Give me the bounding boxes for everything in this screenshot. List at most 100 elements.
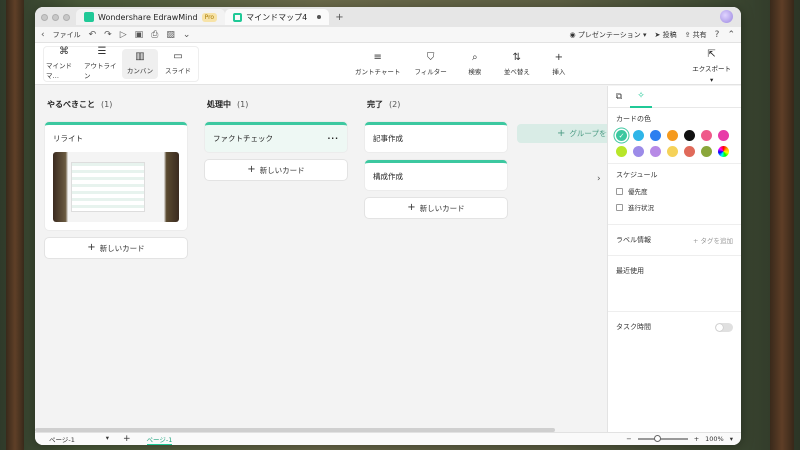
tab-home[interactable]: Wondershare EdrawMind Pro bbox=[76, 9, 226, 25]
chevron-down-icon: ▾ bbox=[709, 76, 714, 84]
menu-bar: ‹ ファイル ↶ ↷ ▷ ▣ ⎙ ▨ ⌄ ◉ プレゼンテーション ▾ ➤ 投稿 … bbox=[35, 27, 741, 43]
new-tab-button[interactable]: + bbox=[335, 12, 343, 23]
minimize-window-button[interactable] bbox=[52, 13, 59, 21]
file-menu[interactable]: ファイル bbox=[53, 30, 81, 40]
back-icon[interactable]: ‹ bbox=[41, 30, 45, 40]
card-fact-check[interactable]: ファクトチェック ··· bbox=[205, 122, 347, 152]
save-icon[interactable]: ▣ bbox=[135, 30, 144, 40]
post-button[interactable]: ➤ 投稿 bbox=[654, 30, 676, 40]
color-swatch[interactable] bbox=[718, 130, 729, 141]
panel-tabs: ⧉ ✧ bbox=[608, 86, 741, 108]
view-slide-button[interactable]: ▭ スライド bbox=[160, 49, 196, 79]
tab-home-label: Wondershare EdrawMind bbox=[98, 12, 198, 22]
zoom-in-button[interactable]: + bbox=[694, 435, 699, 443]
color-swatch[interactable] bbox=[650, 146, 661, 157]
undo-icon[interactable]: ↶ bbox=[89, 30, 97, 40]
color-swatch[interactable] bbox=[667, 130, 678, 141]
export-icon: ⇱ bbox=[707, 49, 716, 60]
tab-document-label: マインドマップ4 bbox=[246, 12, 308, 22]
tab-card-properties[interactable]: ⧉ bbox=[608, 86, 630, 108]
slide-icon: ▭ bbox=[173, 51, 183, 62]
toolbar: ⌘ マインドマ… ☰ アウトライン ▥ カンバン ▭ スライド ≡ ガントチャー… bbox=[35, 43, 741, 85]
column-done: 完了 (2) 記事作成 構成作成 + 新しいカード bbox=[365, 86, 507, 218]
color-swatch[interactable] bbox=[616, 146, 627, 157]
column-header: やるべきこと (1) bbox=[47, 99, 113, 109]
outline-icon: ☰ bbox=[97, 46, 107, 57]
maximize-window-button[interactable] bbox=[63, 13, 70, 21]
plus-icon: + bbox=[554, 51, 563, 63]
insert-button[interactable]: + 挿入 bbox=[545, 51, 573, 76]
presentation-menu[interactable]: ◉ プレゼンテーション ▾ bbox=[570, 30, 647, 40]
color-swatch[interactable] bbox=[633, 130, 644, 141]
help-icon[interactable]: ? bbox=[715, 30, 720, 40]
more-icon[interactable]: ⌄ bbox=[183, 30, 191, 40]
color-swatch[interactable] bbox=[684, 146, 695, 157]
zoom-slider[interactable] bbox=[637, 435, 688, 442]
sort-button[interactable]: ⇅ 並べ替え bbox=[503, 51, 531, 76]
status-bar: ページ-1 ▾ + ページ-1 − + 100% ▾ bbox=[35, 432, 741, 445]
new-card-button[interactable]: + 新しいカード bbox=[365, 198, 507, 218]
title-bar: Wondershare EdrawMind Pro マインドマップ4 + bbox=[35, 7, 741, 27]
collapse-panel-icon[interactable]: › bbox=[597, 174, 601, 184]
view-mindmap-button[interactable]: ⌘ マインドマ… bbox=[46, 47, 82, 81]
export-button[interactable]: ⇱ エクスポート ▾ bbox=[692, 49, 731, 84]
filter-button[interactable]: ⛉ フィルター bbox=[414, 51, 446, 76]
plus-icon: + bbox=[407, 202, 416, 213]
app-window: Wondershare EdrawMind Pro マインドマップ4 + ‹ フ… bbox=[35, 7, 741, 445]
color-swatch[interactable] bbox=[650, 130, 661, 141]
zoom-out-button[interactable]: − bbox=[626, 435, 631, 443]
add-page-button[interactable]: + bbox=[123, 434, 131, 444]
card-rewrite[interactable]: リライト bbox=[45, 122, 187, 230]
kanban-board: やるべきこと (1) リライト + 新しいカード 処理中 (1) ファクトチェッ… bbox=[35, 86, 607, 432]
column-in-progress: 処理中 (1) ファクトチェック ··· + 新しいカード bbox=[205, 86, 347, 180]
share-button[interactable]: ⇪ 共有 bbox=[685, 30, 707, 40]
page-select[interactable]: ページ-1 ▾ bbox=[49, 434, 109, 444]
tool-group: ≡ ガントチャート ⛉ フィルター ⌕ 検索 ⇅ 並べ替え + 挿入 bbox=[355, 43, 573, 85]
mindmap-file-icon bbox=[233, 12, 243, 22]
close-window-button[interactable] bbox=[41, 13, 48, 21]
view-outline-button[interactable]: ☰ アウトライン bbox=[84, 46, 120, 81]
new-card-button[interactable]: + 新しいカード bbox=[205, 160, 347, 180]
plus-icon: + bbox=[247, 164, 256, 175]
progress-checkbox[interactable]: 進行状況 bbox=[616, 202, 733, 212]
column-todo: やるべきこと (1) リライト + 新しいカード bbox=[45, 86, 187, 258]
gantt-chart-button[interactable]: ≡ ガントチャート bbox=[355, 51, 400, 76]
edrawmind-logo-icon bbox=[84, 12, 94, 22]
card-structure[interactable]: 構成作成 bbox=[365, 160, 507, 190]
view-kanban-button[interactable]: ▥ カンバン bbox=[122, 48, 158, 79]
properties-panel: ⧉ ✧ カードの色 ✓ スケジュール 優先度 進行状況 ラベル情報 + タグを追… bbox=[607, 86, 741, 432]
add-tag-button[interactable]: + タグを追加 bbox=[693, 235, 733, 245]
color-swatch[interactable] bbox=[701, 130, 712, 141]
card-article-writing[interactable]: 記事作成 bbox=[365, 122, 507, 152]
plus-icon: + bbox=[557, 127, 566, 139]
window-controls bbox=[41, 13, 70, 21]
color-swatch[interactable] bbox=[633, 146, 644, 157]
color-swatch[interactable] bbox=[684, 130, 695, 141]
zoom-level[interactable]: 100% bbox=[705, 435, 724, 443]
avatar[interactable] bbox=[720, 10, 733, 23]
color-swatch[interactable] bbox=[718, 146, 729, 157]
present-icon[interactable]: ▷ bbox=[120, 30, 127, 40]
color-swatch[interactable]: ✓ bbox=[616, 130, 627, 141]
column-header: 完了 (2) bbox=[367, 99, 401, 109]
redo-icon[interactable]: ↷ bbox=[104, 30, 112, 40]
collapse-toolbar-icon[interactable]: ⌃ bbox=[727, 30, 735, 40]
filter-icon: ⛉ bbox=[426, 51, 435, 63]
more-options-icon[interactable]: ··· bbox=[327, 134, 339, 143]
task-time-toggle[interactable] bbox=[715, 322, 733, 332]
priority-checkbox[interactable]: 優先度 bbox=[616, 186, 733, 196]
image-export-icon[interactable]: ▨ bbox=[166, 30, 175, 40]
print-icon[interactable]: ⎙ bbox=[151, 30, 158, 40]
search-button[interactable]: ⌕ 検索 bbox=[461, 52, 489, 76]
color-swatch[interactable] bbox=[667, 146, 678, 157]
sparkle-icon: ✧ bbox=[637, 90, 645, 101]
tab-document[interactable]: マインドマップ4 bbox=[225, 9, 330, 25]
gantt-icon: ≡ bbox=[373, 51, 382, 63]
add-group-button[interactable]: + グループを追 bbox=[517, 124, 607, 143]
new-card-button[interactable]: + 新しいカード bbox=[45, 238, 187, 258]
zoom-control: − + 100% ▾ bbox=[626, 435, 733, 443]
tab-style[interactable]: ✧ bbox=[630, 86, 652, 108]
color-swatch[interactable] bbox=[701, 146, 712, 157]
page-tab[interactable]: ページ-1 bbox=[146, 434, 173, 445]
sort-icon: ⇅ bbox=[512, 51, 521, 63]
